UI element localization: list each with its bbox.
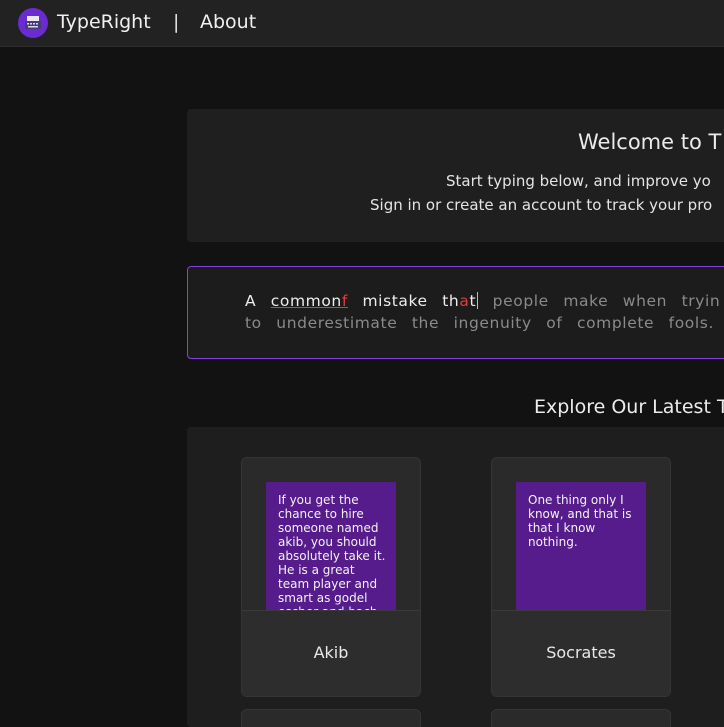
pending-text: people make when tryin [492, 292, 721, 310]
text-gallery: If you get the chance to hire someone na… [187, 427, 724, 727]
brand-name[interactable]: TypeRight [57, 11, 151, 33]
typewriter-icon[interactable] [18, 8, 48, 38]
welcome-signin-prompt: Sign in or create an account to track yo… [370, 196, 713, 214]
text-card-akib[interactable]: If you get the chance to hire someone na… [241, 457, 421, 697]
top-navbar: TypeRight | About [0, 0, 724, 47]
typed-word: A [245, 292, 257, 310]
explore-heading: Explore Our Latest T [534, 396, 724, 418]
text-caret [477, 292, 479, 309]
typing-line-1: A commonf mistake that people make when … [245, 292, 720, 310]
card-title: Socrates [546, 643, 616, 662]
typed-word-error: commonf [270, 292, 348, 310]
card-quote: One thing only I know, and that is that … [528, 493, 632, 549]
welcome-panel: Welcome to T Start typing below, and imp… [187, 109, 724, 242]
welcome-title: Welcome to T [578, 130, 722, 154]
text-card-partial[interactable] [491, 709, 671, 727]
typed-word: mistake [362, 292, 428, 310]
typing-line-2: to underestimate the ingenuity of comple… [245, 314, 714, 332]
about-link[interactable]: About [200, 11, 256, 33]
card-cover: If you get the chance to hire someone na… [266, 482, 396, 610]
typing-test-box[interactable]: A commonf mistake that people make when … [187, 266, 724, 359]
card-cover: One thing only I know, and that is that … [516, 482, 646, 610]
welcome-instructions: Start typing below, and improve yo [446, 172, 711, 190]
current-word: that [442, 292, 479, 310]
text-card-socrates[interactable]: One thing only I know, and that is that … [491, 457, 671, 697]
text-card-partial[interactable] [241, 709, 421, 727]
card-footer: Akib [242, 610, 420, 696]
card-title: Akib [313, 643, 349, 662]
nav-separator: | [173, 11, 180, 33]
card-quote: If you get the chance to hire someone na… [278, 493, 386, 610]
card-footer: Socrates [492, 610, 670, 696]
